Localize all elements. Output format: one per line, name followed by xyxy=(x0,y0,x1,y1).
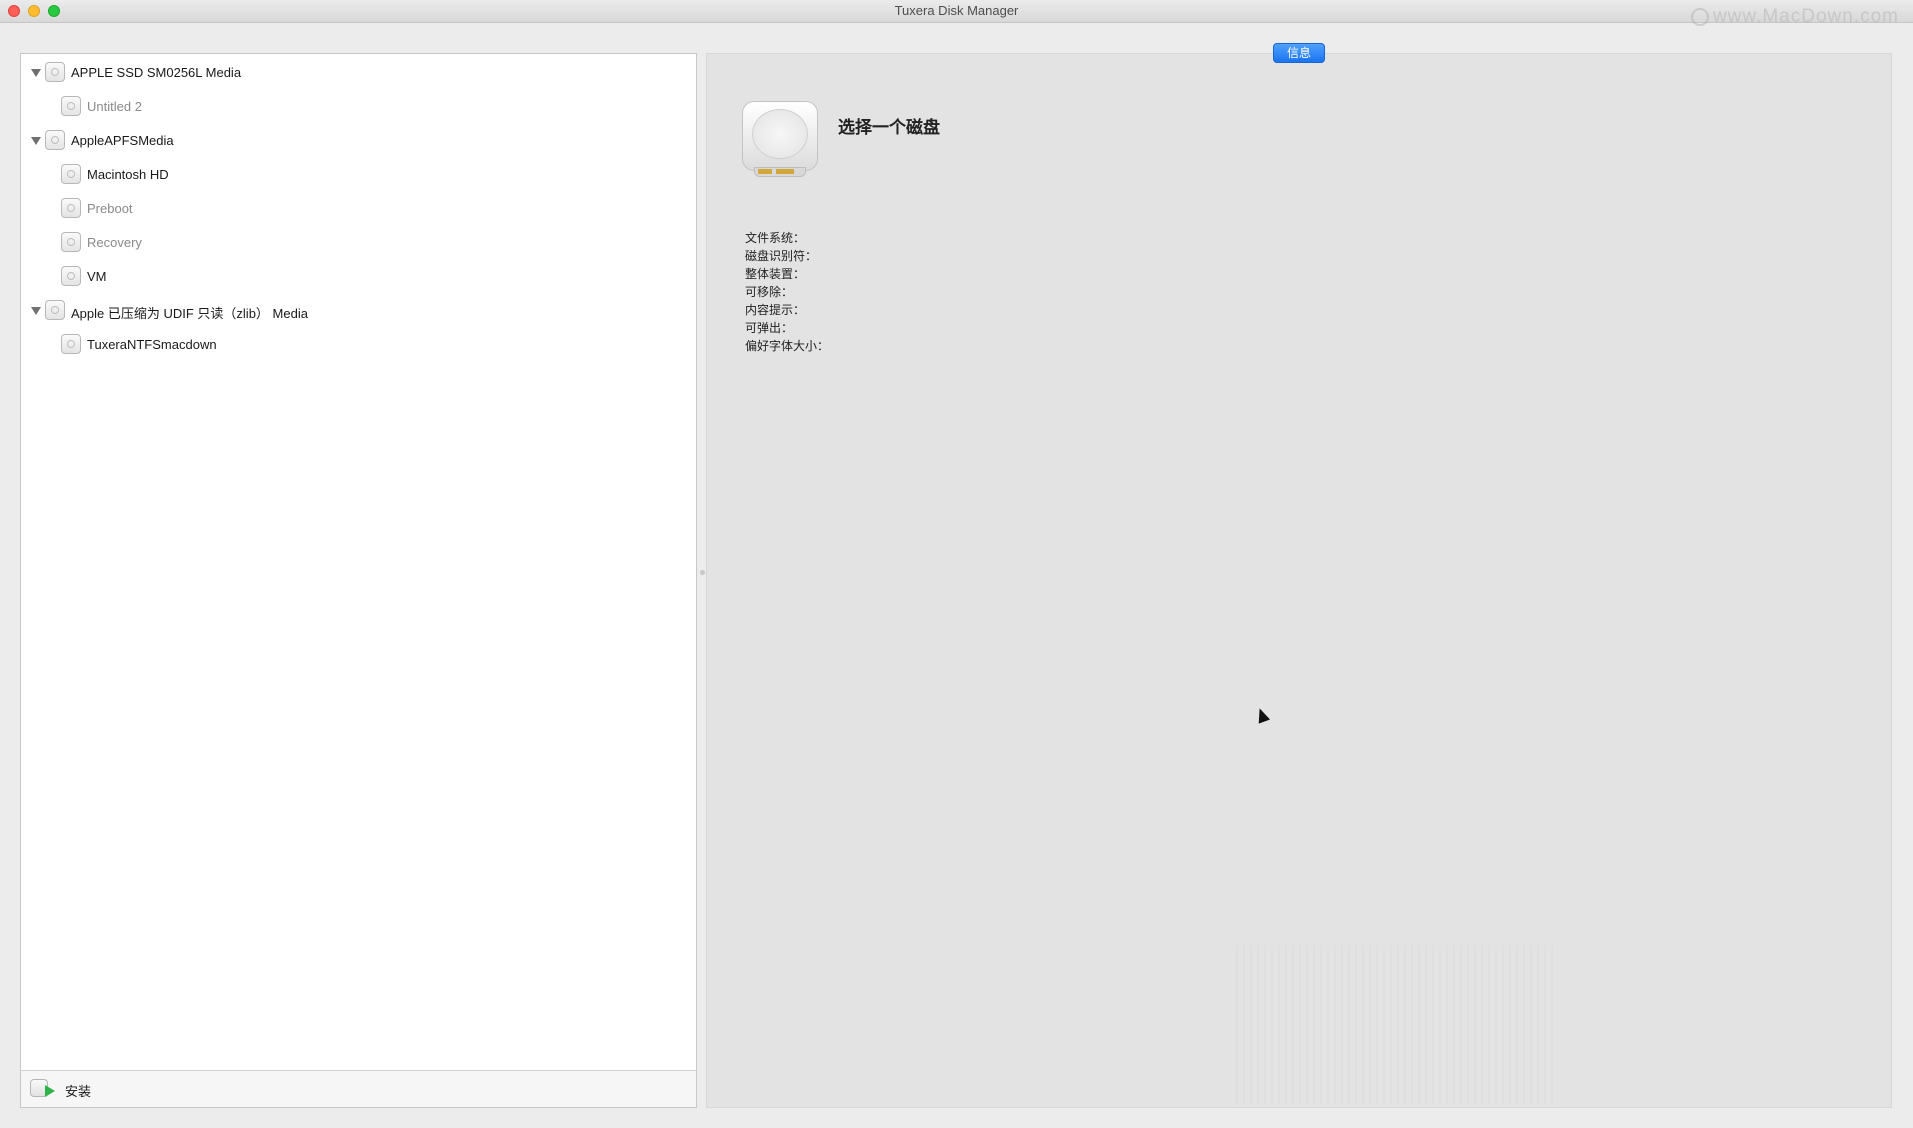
info-heading: 选择一个磁盘 xyxy=(838,118,940,137)
volume-icon xyxy=(61,334,81,354)
volume-icon xyxy=(61,266,81,286)
watermark-text: www.MacDown.com xyxy=(1712,6,1899,27)
background-texture xyxy=(1236,945,1556,1105)
property-removable: 可移除： xyxy=(745,285,794,299)
property-ejectable: 可弹出： xyxy=(745,321,794,335)
tree-item-label: VM xyxy=(87,269,107,284)
tree-row-apple-ssd[interactable]: APPLE SSD SM0256L Media xyxy=(21,57,696,87)
app-window: Tuxera Disk Manager www.MacDown.com APPL… xyxy=(0,0,1913,1128)
sidebar-footer: 安装 xyxy=(21,1070,696,1107)
tree-row-recovery[interactable]: Recovery xyxy=(21,227,696,257)
disclosure-triangle-icon[interactable] xyxy=(31,307,41,315)
tree-item-label: Recovery xyxy=(87,235,142,250)
volume-icon xyxy=(61,232,81,252)
disk-properties: 文件系统： 磁盘识别符： 整体装置： 可移除： 内容提示： 可弹出： 偏好字体大… xyxy=(745,229,829,355)
tree-row-vm[interactable]: VM xyxy=(21,261,696,291)
disk-icon xyxy=(45,300,65,320)
title-bar[interactable]: Tuxera Disk Manager www.MacDown.com xyxy=(0,0,1913,27)
tree-item-label: Preboot xyxy=(87,201,133,216)
tree-row-preboot[interactable]: Preboot xyxy=(21,193,696,223)
property-content-hint: 内容提示： xyxy=(745,303,806,317)
hard-disk-icon xyxy=(742,101,818,179)
disk-list-panel[interactable]: APPLE SSD SM0256L Media Untitled 2 Apple… xyxy=(20,53,697,1108)
tab-info[interactable]: 信息 xyxy=(1273,43,1325,63)
volume-icon xyxy=(61,198,81,218)
volume-icon xyxy=(61,164,81,184)
tree-row-untitled-2[interactable]: Untitled 2 xyxy=(21,91,696,121)
tree-row-apple-udif-media[interactable]: Apple 已压缩为 UDIF 只读（zlib） Media xyxy=(21,295,696,325)
disclosure-triangle-icon[interactable] xyxy=(31,137,41,145)
property-disk-identifier: 磁盘识别符： xyxy=(745,249,818,263)
disk-icon xyxy=(45,62,65,82)
tree-item-label: AppleAPFSMedia xyxy=(71,133,174,148)
tree-item-label: Untitled 2 xyxy=(87,99,142,114)
property-whole-device: 整体装置： xyxy=(745,267,806,281)
property-file-system: 文件系统： xyxy=(745,231,806,245)
tree-row-tuxerantfsmacdown[interactable]: TuxeraNTFSmacdown xyxy=(21,329,696,359)
split-view-divider[interactable] xyxy=(700,570,705,578)
watermark: www.MacDown.com xyxy=(1690,6,1899,28)
window-title: Tuxera Disk Manager xyxy=(894,3,1019,18)
volume-icon xyxy=(61,96,81,116)
disclosure-triangle-icon[interactable] xyxy=(31,69,41,77)
tree-item-label: Apple 已压缩为 UDIF 只读（zlib） Media xyxy=(71,306,308,321)
tree-item-label: TuxeraNTFSmacdown xyxy=(87,337,217,352)
tree-row-macintosh-hd[interactable]: Macintosh HD xyxy=(21,159,696,189)
tree-item-label: Macintosh HD xyxy=(87,167,169,182)
disk-icon xyxy=(45,130,65,150)
mount-button-label: 安装 xyxy=(65,1084,92,1099)
mount-arrow-icon xyxy=(45,1085,55,1097)
property-preferred-font-size: 偏好字体大小： xyxy=(745,339,830,353)
tree-row-appleapfsmedia[interactable]: AppleAPFSMedia xyxy=(21,125,696,155)
watermark-logo-icon xyxy=(1690,7,1709,26)
tree-item-label: APPLE SSD SM0256L Media xyxy=(71,65,242,80)
